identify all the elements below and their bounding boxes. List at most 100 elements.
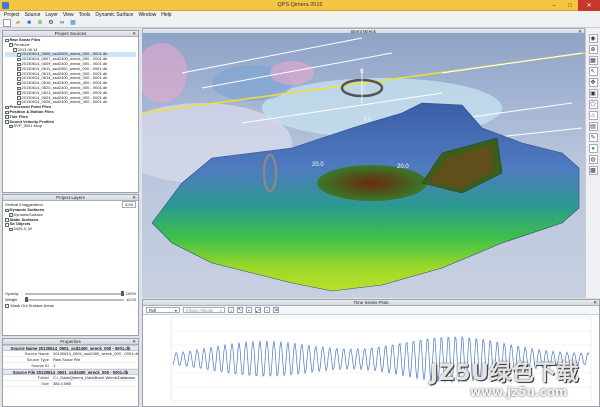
maximize-button[interactable]: □ [562, 0, 578, 11]
distance-label: 20.0 [312, 162, 324, 168]
project-sources-panel: Project Sources ✕ ✓ Raw Sonar Files ✓ Perrau… [2, 30, 139, 193]
cube-icon[interactable]: ▩ [588, 166, 598, 175]
tree-checkbox[interactable]: ✓ [5, 106, 9, 110]
tree-item-label: 3429-0_W [13, 226, 32, 232]
wreck-section-left[interactable] [317, 165, 427, 201]
tree-item-label: SVP_0001.bsvp [13, 123, 43, 129]
add-source-icon[interactable]: ⊕ [36, 19, 44, 27]
menu-source[interactable]: Source [25, 12, 41, 18]
properties-table: Source Name 20130614_0601_ssd2400_wreck_… [3, 345, 138, 387]
weight-label: Weight [5, 297, 18, 303]
watermark-url: www.jz5u.com [470, 385, 568, 399]
3d-scene[interactable]: N 20.0 0.0 20.0 [142, 33, 585, 298]
tree-checkbox[interactable]: ✓ [17, 86, 21, 91]
panel-header: Time Series Plots ✕ [143, 300, 599, 306]
property-row: Size 384.4 MiB [3, 381, 138, 387]
tree-checkbox[interactable]: ✓ [17, 72, 21, 76]
process-icon[interactable]: ⚙ [47, 19, 55, 27]
mask-checkbox[interactable]: ✓ [5, 304, 9, 308]
palette-icon[interactable]: ● [588, 144, 598, 153]
tree-checkbox[interactable]: ✓ [5, 110, 9, 115]
eye-icon[interactable]: ◉ [588, 34, 598, 43]
window-title: QPS Qimera 2015 [277, 2, 323, 8]
tree-checkbox[interactable]: ✓ [17, 62, 21, 67]
box-icon[interactable]: ▣ [588, 89, 598, 98]
zoom-out-icon[interactable]: − [264, 307, 270, 313]
main-toolbar: ▰ ■ ⊕ ⚙ ∞ ▦ [0, 18, 600, 28]
close-icon[interactable]: ✕ [132, 195, 136, 201]
tree-checkbox[interactable]: ✓ [5, 208, 9, 213]
close-icon[interactable]: ✕ [132, 339, 136, 345]
new-project-icon[interactable] [3, 18, 11, 27]
tree-item[interactable]: ✓ 3429-0_W [5, 226, 136, 232]
tree-checkbox[interactable]: ✓ [5, 218, 9, 222]
property-value: 384.4 MiB [53, 381, 72, 386]
property-key: Size [41, 381, 49, 386]
distance-label: 20.0 [397, 164, 409, 170]
close-icon[interactable]: ✕ [132, 31, 136, 37]
zoom-in-icon[interactable]: + [246, 307, 252, 313]
mask-row: ✓ Mask Out Surface Areas [3, 303, 138, 309]
weight-value: 10.00 [125, 297, 136, 303]
property-value: C:\_Data\Qimera_Data\Brent Wreck\Databas… [53, 375, 135, 380]
tree-checkbox[interactable]: ✓ [17, 77, 21, 81]
tree-checkbox[interactable]: ✓ [5, 223, 9, 227]
close-button[interactable]: ✕ [578, 0, 600, 11]
layers-icon[interactable]: ▦ [69, 19, 77, 27]
zoom-icon[interactable]: ⊕ [588, 45, 598, 54]
tree-checkbox[interactable]: ✓ [17, 67, 21, 71]
zoom-fit-icon[interactable]: ⤢ [255, 307, 261, 313]
minimize-button[interactable]: – [546, 0, 562, 11]
menu-project[interactable]: Project [4, 12, 20, 18]
tree-checkbox[interactable]: ✓ [9, 43, 13, 47]
menu-layer[interactable]: Layer [45, 12, 58, 18]
menu-help[interactable]: Help [161, 12, 171, 18]
vertical-exaggeration-label: Vertical Exaggeration [5, 201, 43, 207]
ruler-icon[interactable]: ✎ [588, 133, 598, 142]
pan-icon[interactable]: ✥ [588, 78, 598, 87]
tree-checkbox[interactable]: ✓ [5, 120, 9, 124]
series-dropdown[interactable]: Roll ▾ [146, 307, 180, 313]
tag-icon[interactable]: ⌂ [588, 111, 598, 120]
tree-checkbox[interactable]: ✓ [9, 228, 13, 232]
grid-icon[interactable]: ▦ [588, 56, 598, 65]
opacity-slider[interactable] [25, 291, 124, 297]
tree-checkbox[interactable]: ✓ [17, 91, 21, 95]
project-layers-panel: Project Layers ✕ Vertical Exaggeration 6.… [2, 194, 139, 336]
tree-checkbox[interactable]: ✓ [13, 48, 17, 52]
home-icon[interactable]: ⌂ [228, 307, 234, 313]
property-value: 1 [53, 363, 56, 368]
menu-bar: Project Source Layer View Tools Dynamic … [0, 11, 600, 18]
menu-tools[interactable]: Tools [79, 12, 91, 18]
camera-icon[interactable]: ◍ [588, 155, 598, 164]
menu-window[interactable]: Window [138, 12, 156, 18]
chart-icon[interactable]: ▤ [588, 122, 598, 131]
opacity-label: Opacity [5, 291, 19, 297]
menu-view[interactable]: View [63, 12, 74, 18]
tree-checkbox[interactable]: ✓ [9, 125, 13, 129]
open-folder-icon[interactable]: ▰ [14, 19, 22, 27]
chevron-down-icon: ▾ [219, 307, 222, 313]
save-icon[interactable]: ■ [25, 19, 33, 27]
close-icon[interactable]: ✕ [593, 300, 597, 306]
weight-slider[interactable] [25, 297, 124, 303]
link-icon[interactable]: ∞ [58, 19, 66, 27]
pointer-icon[interactable]: ↖ [237, 307, 243, 313]
watermark: JZ5U绿色下载 [430, 361, 580, 386]
select-arrow-icon[interactable]: ↖ [588, 67, 598, 76]
polygon-icon[interactable]: ⬠ [588, 100, 598, 109]
secondary-series-dropdown[interactable]: Ellipse Altitude ▾ [183, 307, 225, 313]
property-key: Source ID [31, 363, 49, 368]
tree-checkbox[interactable]: ✓ [5, 115, 9, 119]
tree-checkbox[interactable]: ✓ [17, 53, 21, 57]
vertical-exaggeration-value[interactable]: 6.00 [122, 200, 136, 208]
tree-checkbox[interactable]: ✓ [17, 58, 21, 62]
export-icon[interactable]: ⇲ [273, 307, 279, 313]
tree-item[interactable]: ✓ SVP_0001.bsvp [5, 124, 136, 129]
3d-viewport[interactable]: N 20.0 0.0 20.0 [142, 33, 585, 298]
menu-dynamic-surface[interactable]: Dynamic Surface [95, 12, 133, 18]
tree-checkbox[interactable]: ✓ [17, 82, 21, 86]
tree-checkbox[interactable]: ✓ [17, 96, 21, 100]
tree-checkbox[interactable]: ✓ [5, 38, 9, 43]
properties-panel: Properties ✕ Source Name 20130614_0601_ss… [2, 338, 139, 407]
